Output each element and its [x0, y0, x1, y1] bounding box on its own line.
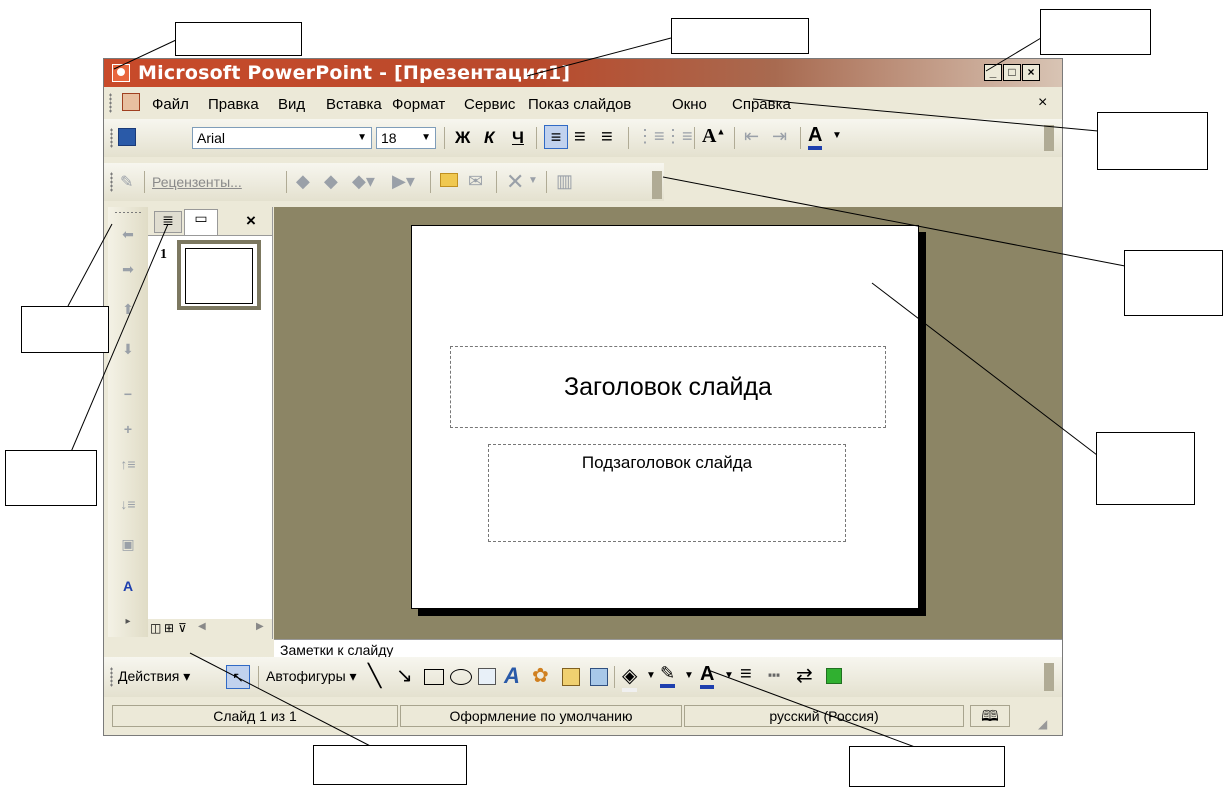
- callout-box: [1097, 112, 1208, 170]
- callout-box: [21, 306, 109, 353]
- callout-box: [5, 450, 97, 506]
- callout-box: [313, 745, 467, 785]
- callout-box: [1124, 250, 1223, 316]
- callout-box: [1040, 9, 1151, 55]
- callout-box: [671, 18, 809, 54]
- callout-box: [175, 22, 302, 56]
- callout-box: [1096, 432, 1195, 505]
- callout-lines: [67, 37, 1126, 752]
- callout-box: [849, 746, 1005, 787]
